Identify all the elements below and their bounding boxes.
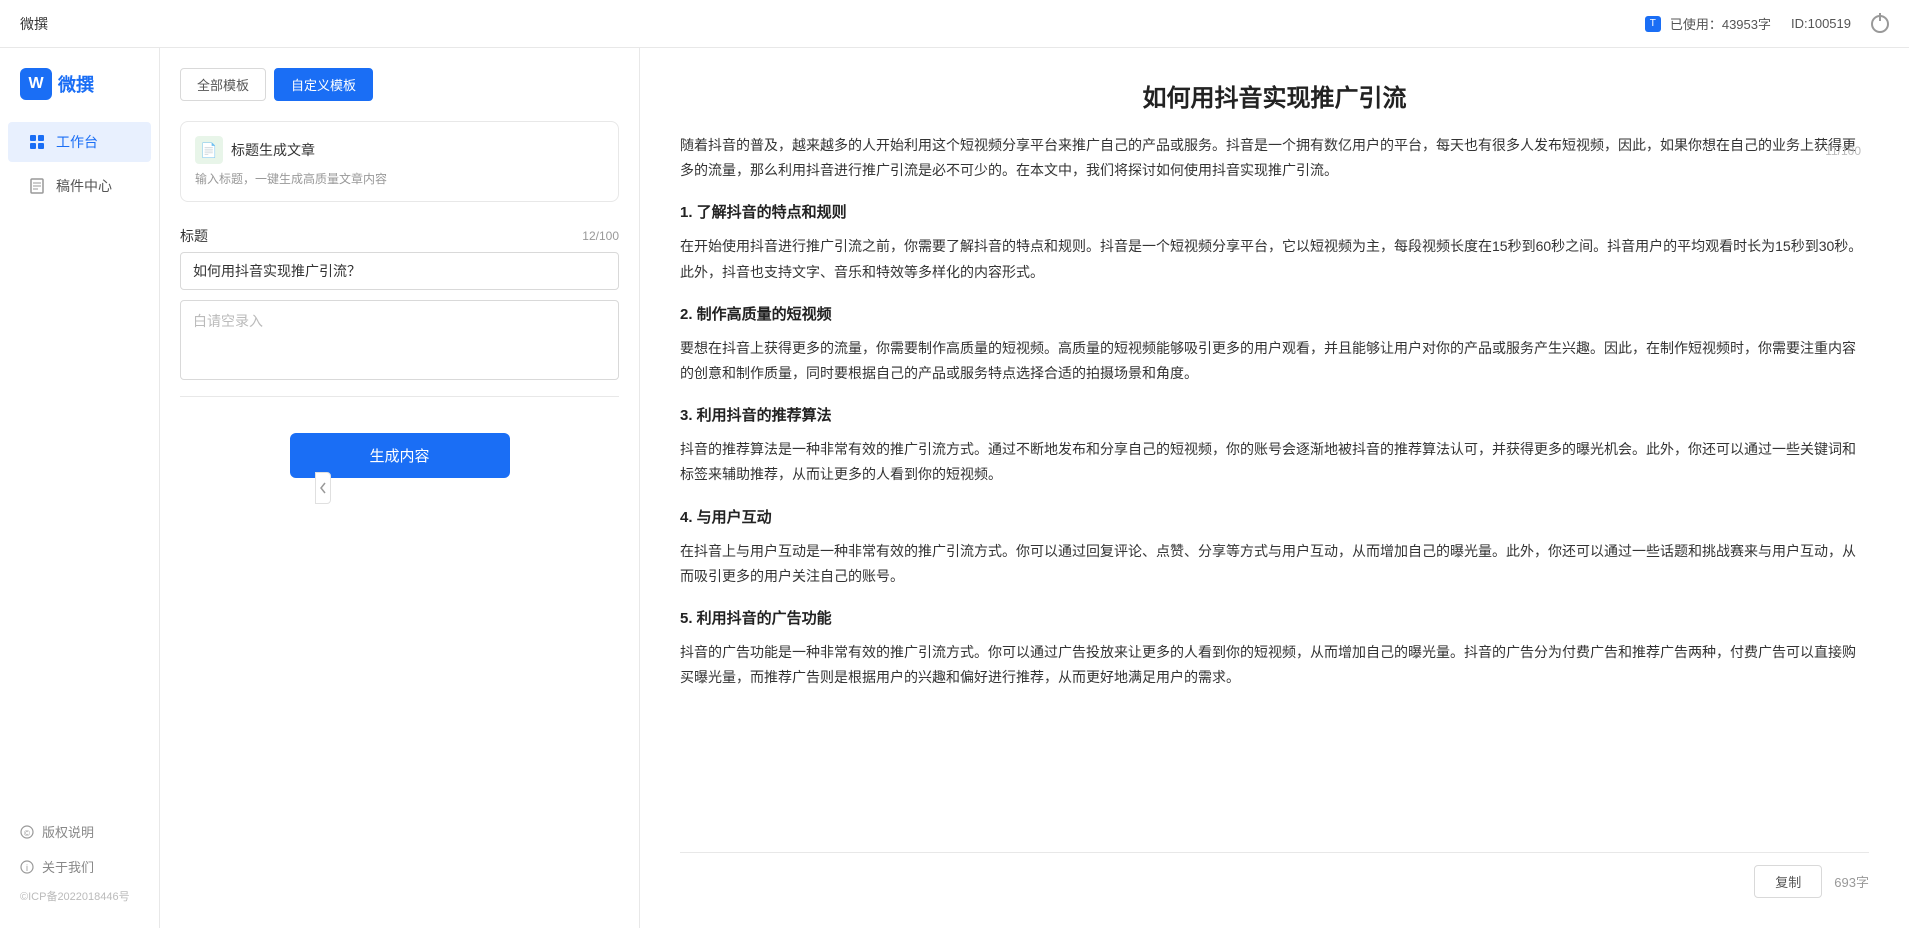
logo-text: 微撰: [58, 71, 94, 97]
right-panel: 如何用抖音实现推广引流 11/100 随着抖音的普及，越来越多的人开始利用这个短…: [640, 48, 1909, 928]
form-counter: 12/100: [582, 229, 619, 243]
svg-text:©: ©: [24, 829, 30, 838]
template-card-header: 📄 标题生成文章: [195, 136, 604, 164]
topbar: 微撰 T 已使用：43953字 ID:100519: [0, 0, 1909, 48]
main-layout: W 微撰 工作台: [0, 48, 1909, 928]
topbar-right: T 已使用：43953字 ID:100519: [1645, 14, 1889, 33]
article-heading-1: 1. 了解抖音的特点和规则: [680, 199, 1869, 226]
article-heading-3: 3. 利用抖音的推荐算法: [680, 402, 1869, 429]
user-id: ID:100519: [1791, 16, 1851, 31]
content-area: 全部模板 自定义模板 📄 标题生成文章 输入标题，一键生成高质量文章内容 标题 …: [160, 48, 1909, 928]
drafts-icon: [28, 177, 46, 195]
tab-custom-templates[interactable]: 自定义模板: [274, 68, 373, 101]
sidebar-bottom: © 版权说明 i 关于我们 ©ICP备2022018446号: [0, 814, 159, 928]
icp-text: ©ICP备2022018446号: [0, 884, 159, 908]
collapse-toggle[interactable]: [315, 472, 331, 504]
page-counter: 11/100: [1825, 141, 1861, 163]
template-name: 标题生成文章: [231, 140, 315, 160]
article-para-5: 抖音的广告功能是一种非常有效的推广引流方式。你可以通过广告投放来让更多的人看到你…: [680, 640, 1869, 690]
usage-icon: T: [1645, 16, 1661, 32]
form-label: 标题: [180, 226, 208, 246]
sidebar-item-workbench[interactable]: 工作台: [8, 122, 151, 162]
copy-button[interactable]: 复制: [1754, 865, 1822, 898]
logo-area: W 微撰: [0, 58, 159, 120]
svg-text:i: i: [26, 863, 28, 873]
usage-text: 已使用：43953字: [1670, 14, 1771, 33]
article-heading-2: 2. 制作高质量的短视频: [680, 301, 1869, 328]
template-desc: 输入标题，一键生成高质量文章内容: [195, 170, 604, 187]
workbench-label: 工作台: [56, 132, 98, 152]
workbench-icon: [28, 133, 46, 151]
article-heading-4: 4. 与用户互动: [680, 504, 1869, 531]
logout-button[interactable]: [1871, 15, 1889, 33]
template-icon: 📄: [195, 136, 223, 164]
sidebar-item-drafts[interactable]: 稿件中心: [8, 166, 151, 206]
article-content[interactable]: 11/100 随着抖音的普及，越来越多的人开始利用这个短视频分享平台来推广自己的…: [680, 133, 1869, 852]
sidebar-item-about[interactable]: i 关于我们: [0, 849, 159, 884]
template-card[interactable]: 📄 标题生成文章 输入标题，一键生成高质量文章内容: [180, 121, 619, 202]
article-intro: 随着抖音的普及，越来越多的人开始利用这个短视频分享平台来推广自己的产品或服务。抖…: [680, 133, 1869, 183]
article-para-2: 要想在抖音上获得更多的流量，你需要制作高质量的短视频。高质量的短视频能够吸引更多…: [680, 336, 1869, 386]
tab-all-templates[interactable]: 全部模板: [180, 68, 266, 101]
article-title: 如何用抖音实现推广引流: [680, 78, 1869, 113]
logo-icon: W: [20, 68, 52, 100]
form-section: 标题 12/100 白请空录入: [180, 226, 619, 380]
tab-bar: 全部模板 自定义模板: [180, 68, 619, 101]
copyright-label: 版权说明: [42, 822, 94, 841]
sidebar: W 微撰 工作台: [0, 48, 160, 928]
topbar-title: 微撰: [20, 14, 48, 34]
sidebar-item-copyright[interactable]: © 版权说明: [0, 814, 159, 849]
form-label-row: 标题 12/100: [180, 226, 619, 246]
left-panel: 全部模板 自定义模板 📄 标题生成文章 输入标题，一键生成高质量文章内容 标题 …: [160, 48, 640, 928]
textarea-placeholder[interactable]: 白请空录入: [180, 300, 619, 380]
article-heading-5: 5. 利用抖音的广告功能: [680, 605, 1869, 632]
usage-indicator: T 已使用：43953字: [1645, 14, 1771, 33]
word-count: 693字: [1834, 872, 1869, 891]
divider: [180, 396, 619, 397]
article-para-1: 在开始使用抖音进行推广引流之前，你需要了解抖音的特点和规则。抖音是一个短视频分享…: [680, 234, 1869, 284]
article-para-3: 抖音的推荐算法是一种非常有效的推广引流方式。通过不断地发布和分享自己的短视频，你…: [680, 437, 1869, 487]
title-input[interactable]: [180, 252, 619, 290]
article-para-4: 在抖音上与用户互动是一种非常有效的推广引流方式。你可以通过回复评论、点赞、分享等…: [680, 539, 1869, 589]
about-label: 关于我们: [42, 857, 94, 876]
drafts-label: 稿件中心: [56, 176, 112, 196]
right-bottom-bar: 复制 693字: [680, 852, 1869, 898]
